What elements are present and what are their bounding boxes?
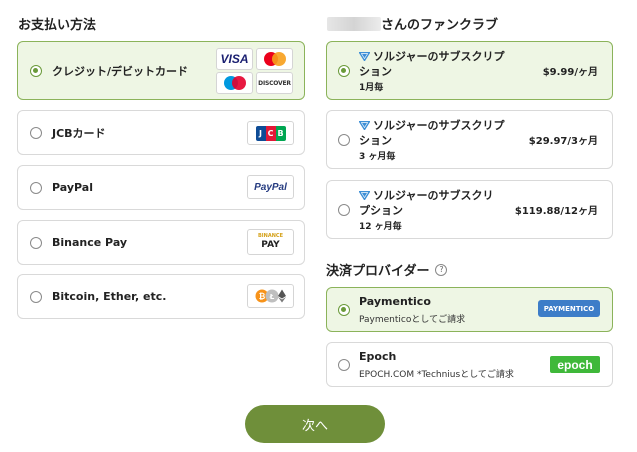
svg-text:₿: ₿: [258, 292, 265, 301]
plan-price: $9.99/ヶ月: [542, 67, 598, 78]
plan-period: 1月毎: [359, 82, 384, 93]
help-icon[interactable]: ?: [435, 263, 448, 276]
fanclub-title: さんのファンクラブ: [381, 18, 499, 33]
plan-price: $119.88/12ヶ月: [514, 206, 598, 217]
radio-plan-12-months[interactable]: [338, 203, 350, 216]
plan-tier-icon: [359, 120, 370, 130]
plan-tier-icon: [359, 190, 370, 200]
radio-paypal[interactable]: [30, 181, 42, 194]
payment-option-label: Binance Pay: [52, 236, 128, 249]
radio-credit-card[interactable]: [30, 64, 42, 77]
next-button[interactable]: 次へ: [245, 405, 385, 443]
fanclub-header: さんのファンクラブ: [327, 14, 498, 33]
provider-name: Epoch: [359, 349, 397, 363]
radio-plan-1-month[interactable]: [338, 64, 350, 77]
mastercard-logo: [256, 48, 293, 70]
radio-epoch[interactable]: [338, 358, 350, 371]
provider-description: EPOCH.COM *Techniusとしてご請求: [359, 369, 514, 380]
epoch-logo: epoch: [550, 356, 600, 373]
payment-option-label: クレジット/デビットカード: [52, 64, 189, 78]
radio-paymentico[interactable]: [338, 303, 350, 316]
plan-period: 12 ヶ月毎: [359, 221, 402, 232]
radio-plan-3-months[interactable]: [338, 133, 350, 146]
provider-name: Paymentico: [359, 294, 431, 308]
payment-provider-title: 決済プロバイダー: [326, 264, 430, 279]
plan-option-1-month[interactable]: ソルジャーのサブスクリプ ション 1月毎 $9.99/ヶ月: [326, 41, 613, 100]
jcb-logo: J C B: [247, 121, 294, 145]
radio-jcb[interactable]: [30, 126, 42, 139]
maestro-logo: [216, 72, 253, 94]
payment-option-label: Bitcoin, Ether, etc.: [52, 290, 167, 303]
paypal-logo: PayPal: [247, 175, 294, 199]
plan-name: ソルジャーのサブスクリプ: [359, 49, 504, 64]
plan-option-12-months[interactable]: ソルジャーのサブスクリ プション 12 ヶ月毎 $119.88/12ヶ月: [326, 180, 613, 239]
visa-logo: VISA: [216, 48, 253, 70]
plan-tier-icon: [359, 51, 370, 61]
binance-pay-logo: BINANCE PAY: [247, 229, 294, 255]
svg-text:Ł: Ł: [268, 293, 274, 301]
payment-provider-header: 決済プロバイダー ?: [326, 260, 448, 279]
plan-price: $29.97/3ヶ月: [528, 136, 598, 147]
payment-method-title: お支払い方法: [18, 18, 97, 33]
radio-binance[interactable]: [30, 236, 42, 249]
paymentico-logo: PAYMENTICO: [538, 300, 600, 317]
plan-name: ソルジャーのサブスクリプ: [359, 118, 504, 133]
plan-period: 3 ヶ月毎: [359, 151, 396, 162]
provider-description: Paymenticoとしてご請求: [359, 314, 466, 325]
creator-name-blurred: [327, 16, 381, 31]
plan-name: ソルジャーのサブスクリ: [359, 188, 493, 203]
radio-crypto[interactable]: [30, 290, 42, 303]
crypto-coins-icon: ₿ Ł: [247, 284, 294, 308]
plan-option-3-months[interactable]: ソルジャーのサブスクリプ ション 3 ヶ月毎 $29.97/3ヶ月: [326, 110, 613, 169]
discover-logo: DISCOVER: [256, 72, 293, 94]
payment-option-label: JCBカード: [52, 126, 106, 140]
payment-option-label: PayPal: [52, 181, 93, 194]
